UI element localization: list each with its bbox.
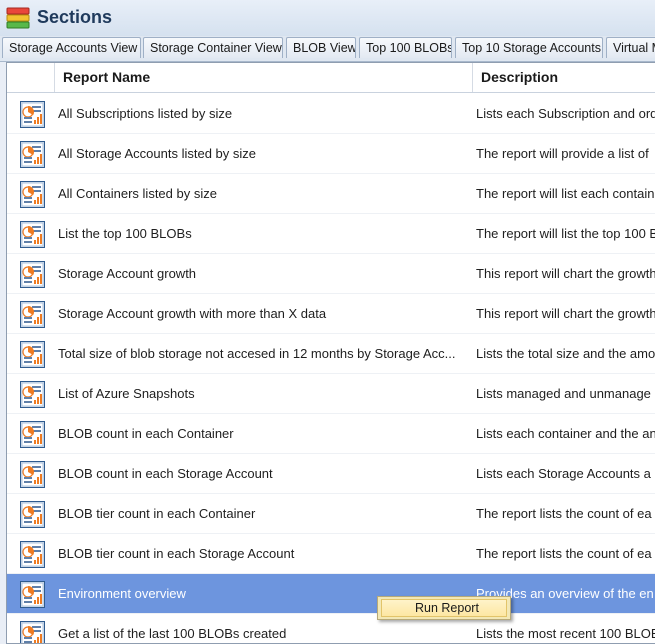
run-report-menu-item[interactable]: Run Report [381,599,507,617]
report-name-cell: BLOB count in each Storage Account [58,454,471,494]
table-row[interactable]: Storage Account growth with more than X … [7,294,655,334]
report-chart-icon [20,501,45,528]
row-icon-cell [17,374,45,414]
report-name-cell: List the top 100 BLOBs [58,214,471,254]
row-icon-cell [17,334,45,374]
report-name-cell: Storage Account growth with more than X … [58,294,471,334]
table-row[interactable]: Total size of blob storage not accesed i… [7,334,655,374]
context-menu: Run Report [377,596,511,620]
description-cell: Lists each Storage Accounts a [476,454,655,494]
report-name-cell: All Storage Accounts listed by size [58,134,471,174]
table-row[interactable]: BLOB count in each Storage AccountLists … [7,454,655,494]
report-chart-icon [20,261,45,288]
report-chart-icon [20,181,45,208]
report-chart-icon [20,301,45,328]
report-chart-icon [20,621,45,644]
description-cell: This report will chart the growth [476,254,655,294]
report-chart-icon [20,461,45,488]
report-chart-icon [20,421,45,448]
table-row[interactable]: All Containers listed by sizeThe report … [7,174,655,214]
sections-stack-icon [6,6,30,30]
row-icon-cell [17,614,45,644]
report-name-cell: All Subscriptions listed by size [58,94,471,134]
description-cell: This report will chart the growth [476,294,655,334]
description-cell: Lists each Subscription and ord [476,94,655,134]
table-row[interactable]: All Storage Accounts listed by sizeThe r… [7,134,655,174]
row-icon-cell [17,574,45,614]
page-title: Sections [37,7,112,28]
report-chart-icon [20,541,45,568]
icon-column-header [7,63,54,92]
report-chart-icon [20,101,45,128]
description-column-header[interactable]: Description [472,63,655,92]
tab-top-10-storage-accounts[interactable]: Top 10 Storage Accounts [455,37,603,58]
tab-storage-accounts-view[interactable]: Storage Accounts View [2,37,141,58]
report-name-cell: BLOB count in each Container [58,414,471,454]
tab-storage-container-view[interactable]: Storage Container View [143,37,283,58]
report-chart-icon [20,141,45,168]
row-icon-cell [17,134,45,174]
report-name-cell: Storage Account growth [58,254,471,294]
row-icon-cell [17,254,45,294]
report-chart-icon [20,381,45,408]
table-row[interactable]: All Subscriptions listed by sizeLists ea… [7,94,655,134]
tab-virtual-machines[interactable]: Virtual M [606,37,655,58]
report-chart-icon [20,341,45,368]
report-name-cell: Total size of blob storage not accesed i… [58,334,471,374]
row-icon-cell [17,454,45,494]
row-icon-cell [17,294,45,334]
report-name-cell: BLOB tier count in each Container [58,494,471,534]
tab-blob-view[interactable]: BLOB View [286,37,356,58]
table-row[interactable]: BLOB tier count in each ContainerThe rep… [7,494,655,534]
report-grid: Report Name Description All Subscription… [6,62,655,644]
description-cell: The report will list the top 100 B [476,214,655,254]
table-row[interactable]: BLOB tier count in each Storage AccountT… [7,534,655,574]
table-row[interactable]: List of Azure SnapshotsLists managed and… [7,374,655,414]
description-cell: The report lists the count of ea [476,534,655,574]
report-name-column-header[interactable]: Report Name [54,63,472,92]
description-cell: Lists managed and unmanage [476,374,655,414]
tab-top-100-blobs[interactable]: Top 100 BLOBs [359,37,452,58]
grid-header: Report Name Description [7,63,655,93]
report-name-cell: BLOB tier count in each Storage Account [58,534,471,574]
row-icon-cell [17,534,45,574]
table-row[interactable]: List the top 100 BLOBsThe report will li… [7,214,655,254]
table-row[interactable]: Environment overviewProvides an overview… [7,574,655,614]
description-cell: Lists the total size and the amo [476,334,655,374]
description-cell: The report lists the count of ea [476,494,655,534]
row-icon-cell [17,214,45,254]
table-row[interactable]: Get a list of the last 100 BLOBs created… [7,614,655,644]
report-chart-icon [20,221,45,248]
table-row[interactable]: BLOB count in each ContainerLists each c… [7,414,655,454]
title-bar: Sections [0,0,655,37]
description-cell: The report will provide a list of [476,134,655,174]
view-tab-strip: Storage Accounts View Storage Container … [0,36,655,62]
row-icon-cell [17,174,45,214]
report-chart-icon [20,581,45,608]
row-icon-cell [17,94,45,134]
description-cell: Lists each container and the an [476,414,655,454]
row-icon-cell [17,494,45,534]
description-cell: The report will list each contain [476,174,655,214]
table-row[interactable]: Storage Account growthThis report will c… [7,254,655,294]
row-icon-cell [17,414,45,454]
report-name-cell: All Containers listed by size [58,174,471,214]
report-name-cell: List of Azure Snapshots [58,374,471,414]
